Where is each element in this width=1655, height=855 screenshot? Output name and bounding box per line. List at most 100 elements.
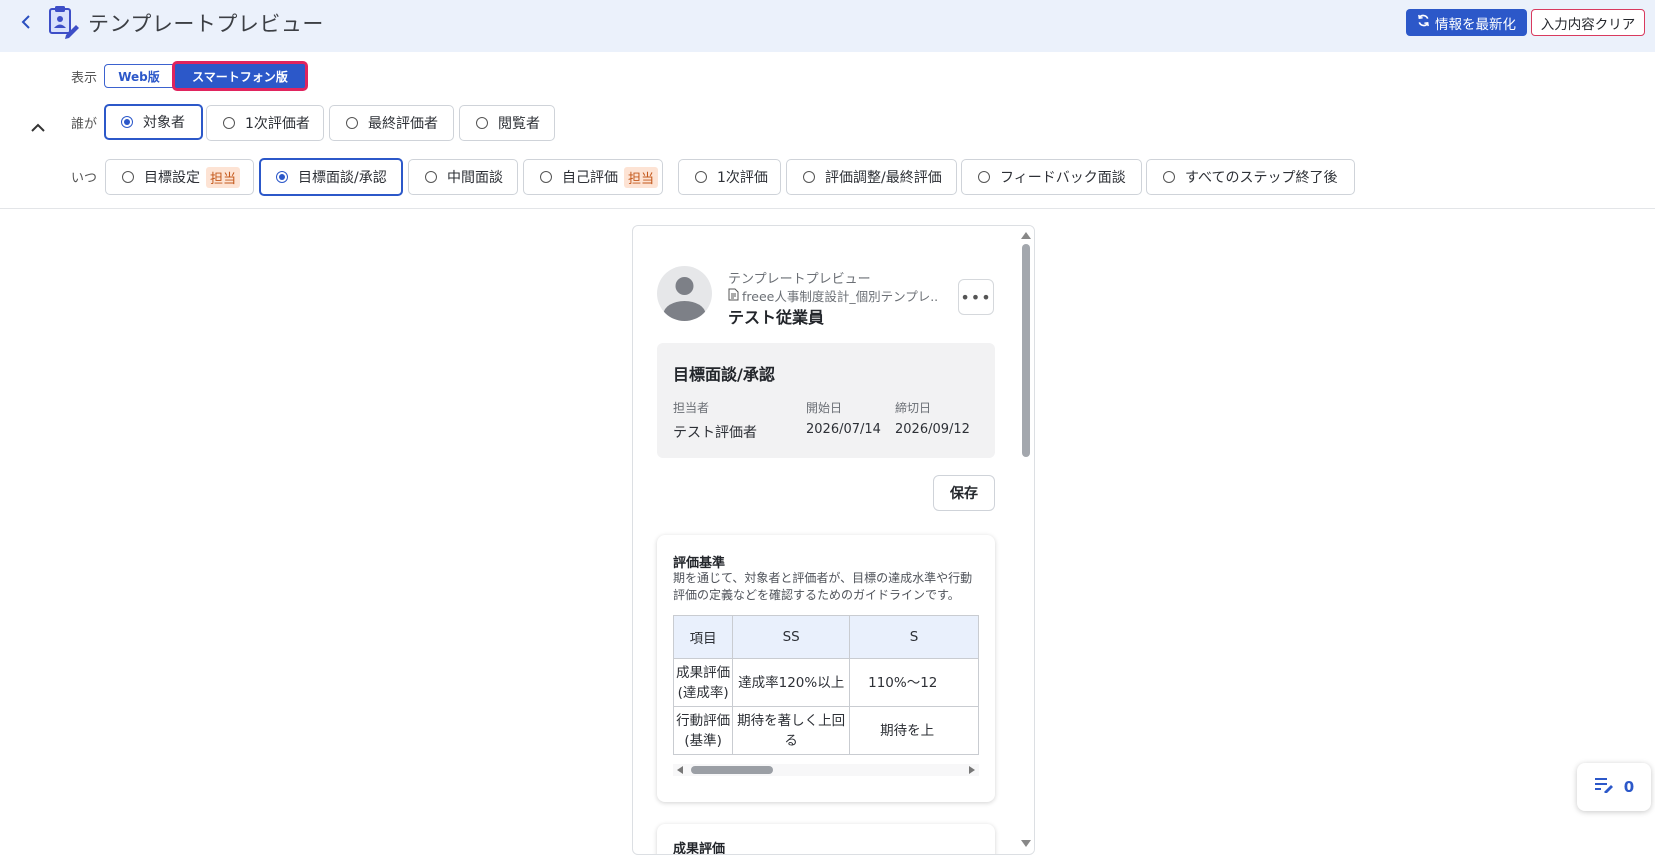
- option-label: 1次評価: [717, 170, 768, 186]
- table-header-row: 項目 SS S: [673, 615, 979, 659]
- start-date-label: 開始日: [806, 401, 843, 415]
- assigned-badge: 担当: [206, 166, 241, 188]
- when-option-first-evaluation[interactable]: 1次評価: [678, 159, 781, 195]
- assignee-value: テスト評価者: [673, 425, 757, 441]
- radio-icon: [695, 171, 707, 183]
- table-cell: 行動評価 (基準): [673, 706, 734, 755]
- table-header: S: [849, 615, 979, 659]
- comment-count: 0: [1623, 778, 1635, 796]
- table-row: 成果評価 (達成率) 達成率120%以上 110%～12: [673, 658, 979, 707]
- option-label: 目標設定: [144, 170, 200, 186]
- option-label: 評価調整/最終評価: [825, 170, 942, 186]
- option-label: 閲覧者: [498, 116, 540, 132]
- page-title: テンプレートプレビュー: [88, 12, 324, 36]
- preview-subtitle: テンプレートプレビュー: [728, 272, 871, 287]
- step-info-card: 目標面談/承認 担当者 開始日 締切日 テスト評価者 2026/07/14 20…: [657, 343, 995, 458]
- when-label: いつ: [71, 171, 98, 186]
- who-label: 誰が: [71, 117, 98, 132]
- option-label: 自己評価: [562, 170, 618, 186]
- when-option-final-evaluation[interactable]: 評価調整/最終評価: [786, 159, 957, 195]
- table-horizontal-scrollbar[interactable]: [673, 764, 979, 776]
- table-header: SS: [732, 615, 851, 659]
- table-cell: 達成率120%以上: [732, 658, 851, 707]
- scroll-down-icon[interactable]: [1021, 840, 1031, 847]
- option-label: すべてのステップ終了後: [1185, 170, 1338, 186]
- when-option-after-all-steps[interactable]: すべてのステップ終了後: [1146, 159, 1355, 195]
- start-date-value: 2026/07/14: [806, 422, 881, 437]
- evaluation-criteria-card: 評価基準 期を通じて、対象者と評価者が、目標の達成水準や行動評価の定義などを確認…: [657, 535, 995, 802]
- table-cell: 期待を上: [849, 706, 979, 755]
- when-option-feedback-interview[interactable]: フィードバック面談: [961, 159, 1142, 195]
- table-header: 項目: [673, 615, 734, 659]
- criteria-table-scroll[interactable]: 項目 SS S 成果評価 (達成率) 達成率120%以上 110%～12 行動評…: [673, 615, 979, 755]
- smartphone-version-toggle[interactable]: スマートフォン版: [172, 61, 308, 91]
- radio-icon: [223, 117, 235, 129]
- option-label: 中間面談: [447, 170, 503, 186]
- radio-icon: [346, 117, 358, 129]
- when-option-self-evaluation[interactable]: 自己評価 担当: [523, 159, 663, 195]
- scrollbar-thumb[interactable]: [691, 766, 773, 774]
- due-date-value: 2026/09/12: [895, 422, 970, 437]
- refresh-icon: [1417, 14, 1430, 31]
- scroll-left-icon[interactable]: [677, 766, 683, 774]
- clear-input-button[interactable]: 入力内容クリア: [1531, 9, 1645, 36]
- radio-icon: [425, 171, 437, 183]
- criteria-title: 評価基準: [673, 556, 726, 571]
- employee-name: テスト従業員: [728, 308, 825, 327]
- radio-icon: [276, 171, 288, 183]
- divider: [0, 208, 1655, 209]
- template-name: freee人事制度設計_個別テンプレ...: [728, 286, 938, 305]
- due-date-label: 締切日: [895, 401, 932, 415]
- list-edit-icon: [1594, 777, 1614, 797]
- header-bar: テンプレートプレビュー 情報を最新化 入力内容クリア: [0, 0, 1655, 52]
- criteria-table: 項目 SS S 成果評価 (達成率) 達成率120%以上 110%～12 行動評…: [673, 615, 979, 755]
- next-section-title: 成果評価: [673, 842, 726, 855]
- when-option-midterm-interview[interactable]: 中間面談: [408, 159, 518, 195]
- table-cell: 110%～12: [849, 658, 979, 707]
- who-option-first-evaluator[interactable]: 1次評価者: [206, 105, 324, 141]
- next-section-card: 成果評価: [657, 824, 995, 855]
- refresh-button[interactable]: 情報を最新化: [1406, 9, 1527, 36]
- option-label: フィードバック面談: [1000, 170, 1126, 186]
- radio-icon: [1163, 171, 1175, 183]
- save-button[interactable]: 保存: [933, 475, 995, 511]
- assigned-badge: 担当: [624, 166, 659, 188]
- when-option-goal-setting[interactable]: 目標設定 担当: [105, 159, 254, 195]
- option-label: 対象者: [143, 115, 185, 131]
- scroll-right-icon[interactable]: [969, 766, 975, 774]
- radio-icon: [540, 171, 552, 183]
- web-version-toggle[interactable]: Web版: [104, 64, 174, 88]
- back-chevron-icon[interactable]: [16, 10, 36, 34]
- display-label: 表示: [71, 71, 98, 86]
- when-option-goal-interview[interactable]: 目標面談/承認: [259, 158, 403, 196]
- assignee-label: 担当者: [673, 401, 710, 415]
- who-option-viewer[interactable]: 閲覧者: [459, 105, 555, 141]
- radio-icon: [978, 171, 990, 183]
- comment-count-button[interactable]: 0: [1577, 763, 1651, 811]
- collapse-chevron-icon[interactable]: [28, 118, 48, 138]
- radio-icon: [476, 117, 488, 129]
- table-cell: 成果評価 (達成率): [673, 658, 734, 707]
- scrollbar-thumb[interactable]: [1022, 244, 1030, 457]
- who-option-subject[interactable]: 対象者: [104, 104, 203, 140]
- step-title: 目標面談/承認: [673, 365, 775, 384]
- smartphone-preview-frame: テンプレートプレビュー freee人事制度設計_個別テンプレ... テスト従業員…: [632, 225, 1035, 855]
- who-option-final-evaluator[interactable]: 最終評価者: [329, 105, 454, 141]
- radio-icon: [122, 171, 134, 183]
- option-label: 1次評価者: [245, 116, 310, 132]
- table-row: 行動評価 (基準) 期待を著しく上回る 期待を上: [673, 706, 979, 755]
- scroll-up-icon[interactable]: [1021, 232, 1031, 239]
- avatar-icon: [657, 266, 712, 321]
- more-options-button[interactable]: •••: [958, 279, 994, 315]
- table-cell: 期待を著しく上回る: [732, 706, 851, 755]
- clipboard-edit-icon: [46, 5, 80, 39]
- radio-icon: [121, 116, 133, 128]
- option-label: 目標面談/承認: [298, 170, 387, 186]
- radio-icon: [803, 171, 815, 183]
- refresh-label: 情報を最新化: [1435, 16, 1516, 33]
- template-name-text: freee人事制度設計_個別テンプレ...: [742, 289, 938, 304]
- option-label: 最終評価者: [368, 116, 438, 132]
- preview-scrollbar[interactable]: [1017, 226, 1034, 854]
- document-icon: [728, 288, 739, 304]
- criteria-description: 期を通じて、対象者と評価者が、目標の達成水準や行動評価の定義などを確認するための…: [673, 571, 973, 602]
